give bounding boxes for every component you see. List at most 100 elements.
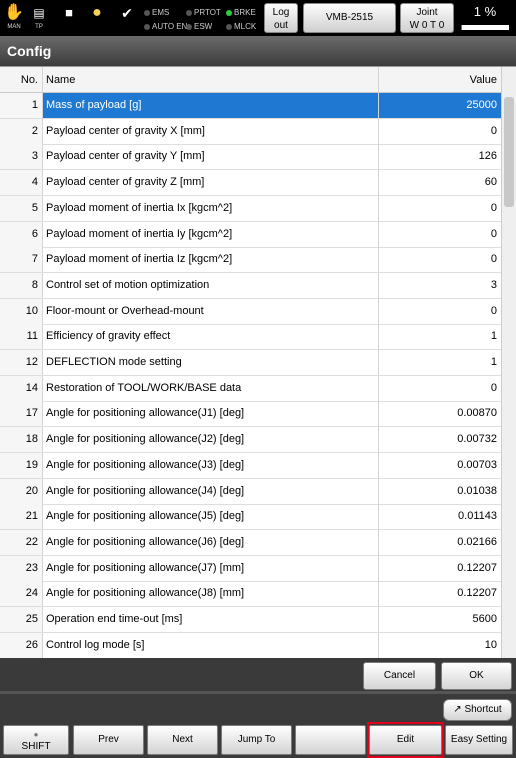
row-name: Angle for positioning allowance(J6) [deg…: [42, 529, 378, 555]
prev-button[interactable]: Prev: [73, 725, 144, 755]
shift-label: SHIFT: [21, 741, 51, 752]
mlck-indicator: MLCK: [226, 22, 256, 32]
prtot-label: PRTOT: [194, 8, 221, 17]
auto-en-label: AUTO EN: [152, 22, 188, 31]
table-row[interactable]: 4 Payload center of gravity Z [mm] 60: [0, 170, 501, 197]
table-row[interactable]: 26 Control log mode [s] 10: [0, 632, 501, 659]
row-value: 3: [378, 272, 501, 298]
table-row[interactable]: 5 Payload moment of inertia Ix [kgcm^2] 0: [0, 195, 501, 222]
prtot-led: [186, 9, 192, 16]
mlck-label: MLCK: [234, 22, 257, 31]
shift-button[interactable]: ● SHIFT: [3, 725, 69, 755]
brke-led: [226, 9, 232, 16]
row-value: 60: [378, 170, 501, 196]
logout-line1: Log: [272, 7, 290, 18]
tp-label: TP: [35, 24, 43, 30]
man-label: MAN: [7, 24, 21, 30]
table-row[interactable]: 12 DEFLECTION mode setting 1: [0, 350, 501, 376]
table-row[interactable]: 2 Payload center of gravity X [mm] 0: [0, 118, 501, 145]
joint-mode-button[interactable]: Joint W 0 T 0: [400, 3, 454, 33]
row-value: 0: [378, 195, 501, 221]
shift-led: ●: [33, 730, 39, 739]
table-row[interactable]: 20 Angle for positioning allowance(J4) [d…: [0, 478, 501, 505]
manual-mode-icon[interactable]: ✋ MAN: [3, 3, 25, 33]
easy-setting-button[interactable]: Easy Setting: [445, 725, 513, 755]
row-name: Payload moment of inertia Ix [kgcm^2]: [42, 195, 378, 221]
row-no: 5: [0, 195, 42, 221]
cancel-button[interactable]: Cancel: [363, 662, 436, 690]
config-table: No. Name Value 1 Mass of payload [g] 25000…: [0, 66, 516, 659]
row-value: 0.00732: [378, 427, 501, 453]
footer-divider: [0, 691, 516, 694]
next-button[interactable]: Next: [147, 725, 218, 755]
row-no: 21: [0, 504, 42, 530]
row-no: 14: [0, 375, 42, 401]
stop-icon[interactable]: ■: [58, 3, 80, 33]
ok-button[interactable]: OK: [441, 662, 512, 690]
table-row[interactable]: 1 Mass of payload [g] 25000: [0, 93, 501, 119]
row-value: 0: [378, 118, 501, 144]
row-no: 22: [0, 529, 42, 555]
table-row[interactable]: 25 Operation end time-out [ms] 5600: [0, 607, 501, 633]
footer-panel: Cancel OK ↗ Shortcut ● SHIFT Prev Next J…: [0, 658, 516, 758]
row-no: 1: [0, 93, 42, 118]
row-name: Payload center of gravity Z [mm]: [42, 170, 378, 196]
table-row[interactable]: 17 Angle for positioning allowance(J1) [d…: [0, 401, 501, 428]
logout-line2: out: [274, 20, 288, 31]
header-value: Value: [378, 67, 501, 93]
header-name: Name: [42, 67, 378, 93]
row-name: DEFLECTION mode setting: [42, 350, 378, 375]
row-name: Floor-mount or Overhead-mount: [42, 298, 378, 324]
table-row[interactable]: 8 Control set of motion optimization 3: [0, 272, 501, 299]
row-name: Payload moment of inertia Iz [kgcm^2]: [42, 247, 378, 273]
table-row[interactable]: 23 Angle for positioning allowance(J7) [m…: [0, 555, 501, 582]
robot-model-button[interactable]: VMB-2515: [303, 3, 396, 33]
wrench-icon[interactable]: ✔: [116, 3, 138, 33]
table-row[interactable]: 22 Angle for positioning allowance(J6) [d…: [0, 529, 501, 556]
shortcut-label: Shortcut: [464, 704, 502, 715]
row-no: 4: [0, 170, 42, 196]
logout-button[interactable]: Log out: [264, 3, 298, 33]
table-row[interactable]: 6 Payload moment of inertia Iy [kgcm^2] 0: [0, 221, 501, 248]
auto-en-indicator: AUTO EN: [144, 22, 187, 32]
vertical-scrollbar[interactable]: [501, 67, 516, 659]
lightbulb-icon[interactable]: ●: [86, 3, 108, 33]
row-name: Operation end time-out [ms]: [42, 607, 378, 632]
row-value: 0: [378, 375, 501, 401]
row-value: 0.01143: [378, 504, 501, 530]
speed-indicator[interactable]: 1 %: [458, 3, 512, 33]
teach-pendant-icon[interactable]: ▤ TP: [28, 3, 50, 33]
table-row[interactable]: 21 Angle for positioning allowance(J5) [d…: [0, 504, 501, 531]
row-no: 18: [0, 427, 42, 453]
row-name: Mass of payload [g]: [42, 93, 378, 118]
row-name: Restoration of TOOL/WORK/BASE data: [42, 375, 378, 401]
shortcut-icon: ↗: [453, 704, 465, 715]
shortcut-button[interactable]: ↗ Shortcut: [443, 699, 512, 721]
robot-model-label: VMB-2515: [325, 12, 374, 23]
status-bar: ✋ MAN ▤ TP ■ ● ✔ EMS AUTO EN PRTOT ESW B…: [0, 0, 516, 36]
blank-function-button[interactable]: [295, 725, 366, 755]
emg-led: [144, 9, 150, 16]
row-name: Angle for positioning allowance(J2) [deg…: [42, 427, 378, 453]
table-row[interactable]: 19 Angle for positioning allowance(J3) [d…: [0, 452, 501, 479]
row-name: Angle for positioning allowance(J8) [mm]: [42, 581, 378, 607]
table-row[interactable]: 7 Payload moment of inertia Iz [kgcm^2] 0: [0, 247, 501, 274]
row-name: Angle for positioning allowance(J4) [deg…: [42, 478, 378, 504]
row-value: 0.12207: [378, 581, 501, 607]
emg-indicator: EMS: [144, 8, 169, 18]
table-header: No. Name Value: [0, 67, 501, 93]
page-title: Config: [0, 36, 516, 66]
scrollbar-thumb[interactable]: [504, 97, 514, 207]
table-row[interactable]: 11 Efficiency of gravity effect 1: [0, 324, 501, 351]
esw-led: [186, 23, 192, 30]
row-value: 0.01038: [378, 478, 501, 504]
table-row[interactable]: 10 Floor-mount or Overhead-mount 0: [0, 298, 501, 325]
table-row[interactable]: 24 Angle for positioning allowance(J8) [m…: [0, 581, 501, 608]
jump-to-button[interactable]: Jump To: [221, 725, 292, 755]
row-name: Angle for positioning allowance(J3) [deg…: [42, 452, 378, 478]
edit-highlight-frame: [367, 722, 444, 758]
table-row[interactable]: 3 Payload center of gravity Y [mm] 126: [0, 144, 501, 171]
table-row[interactable]: 14 Restoration of TOOL/WORK/BASE data 0: [0, 375, 501, 402]
row-name: Payload moment of inertia Iy [kgcm^2]: [42, 221, 378, 247]
table-row[interactable]: 18 Angle for positioning allowance(J2) [d…: [0, 427, 501, 454]
